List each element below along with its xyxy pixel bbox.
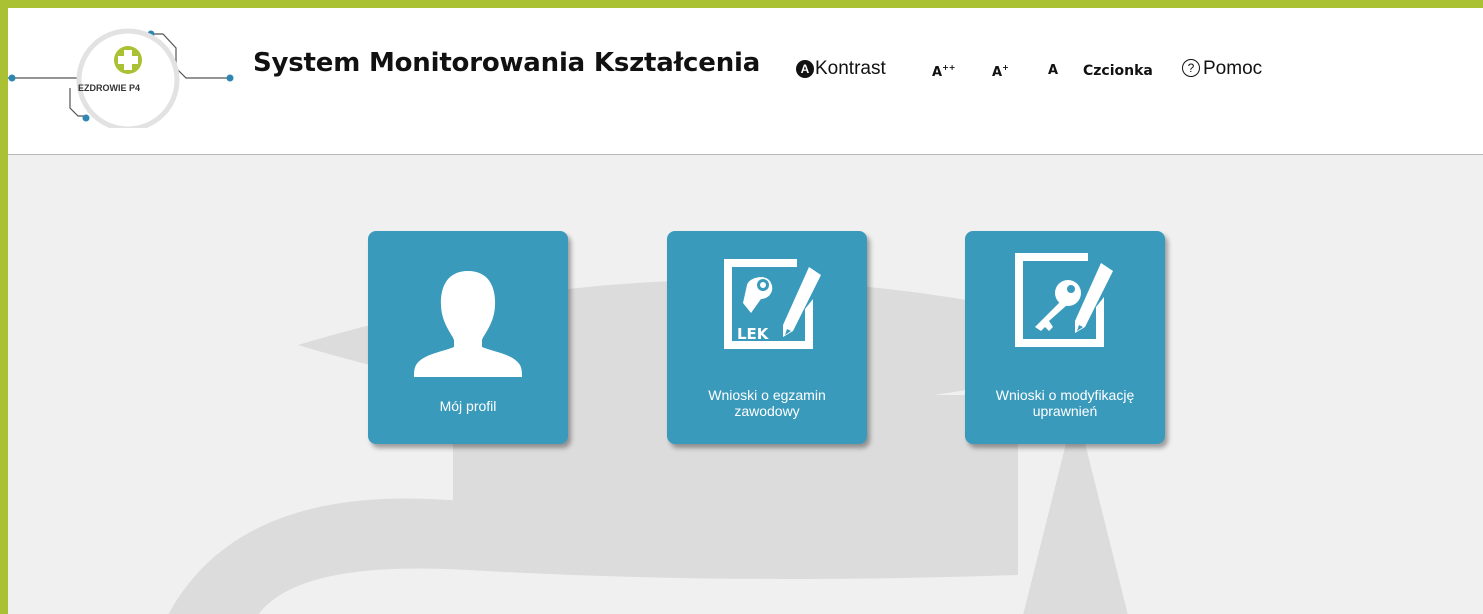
font-size-largest-label: A bbox=[932, 65, 943, 80]
help-icon: ? bbox=[1182, 59, 1200, 77]
font-size-larger-mark: + bbox=[1002, 63, 1009, 72]
tile-my-profile-label: Mój profil bbox=[439, 398, 497, 414]
font-size-largest-button[interactable]: A++ bbox=[932, 63, 955, 80]
help-button[interactable]: ? Pomoc bbox=[1182, 58, 1262, 80]
tile-permission-modification[interactable]: Wnioski o modyfikację uprawnień bbox=[965, 231, 1165, 444]
lek-badge: LEK bbox=[737, 325, 770, 343]
font-label: Czcionka bbox=[1083, 63, 1153, 79]
tile-exam-applications[interactable]: LEK Wnioski o egzamin zawodowy bbox=[667, 231, 867, 444]
tile-exam-applications-label: Wnioski o egzamin zawodowy bbox=[708, 387, 826, 419]
app-frame: EZDROWIE P4 System Monitorowania Kształc… bbox=[8, 8, 1483, 614]
help-label: Pomoc bbox=[1203, 58, 1263, 79]
font-size-larger-label: A bbox=[992, 65, 1003, 80]
tile-my-profile[interactable]: Mój profil bbox=[368, 231, 568, 444]
ezdrowie-logo[interactable]: EZDROWIE P4 bbox=[8, 18, 248, 132]
contrast-button[interactable]: A Kontrast bbox=[796, 58, 886, 80]
tile-permission-modification-label: Wnioski o modyfikację uprawnień bbox=[995, 387, 1135, 419]
contrast-icon: A bbox=[796, 60, 814, 78]
page-header: EZDROWIE P4 System Monitorowania Kształc… bbox=[8, 8, 1483, 155]
font-size-normal-button[interactable]: A bbox=[1048, 63, 1058, 78]
font-size-largest-mark: ++ bbox=[942, 63, 956, 72]
app-title: System Monitorowania Kształcenia bbox=[253, 48, 761, 78]
logo-wordmark: EZDROWIE P4 bbox=[78, 83, 140, 93]
font-size-larger-button[interactable]: A+ bbox=[992, 63, 1009, 80]
contrast-label: Kontrast bbox=[815, 58, 886, 79]
